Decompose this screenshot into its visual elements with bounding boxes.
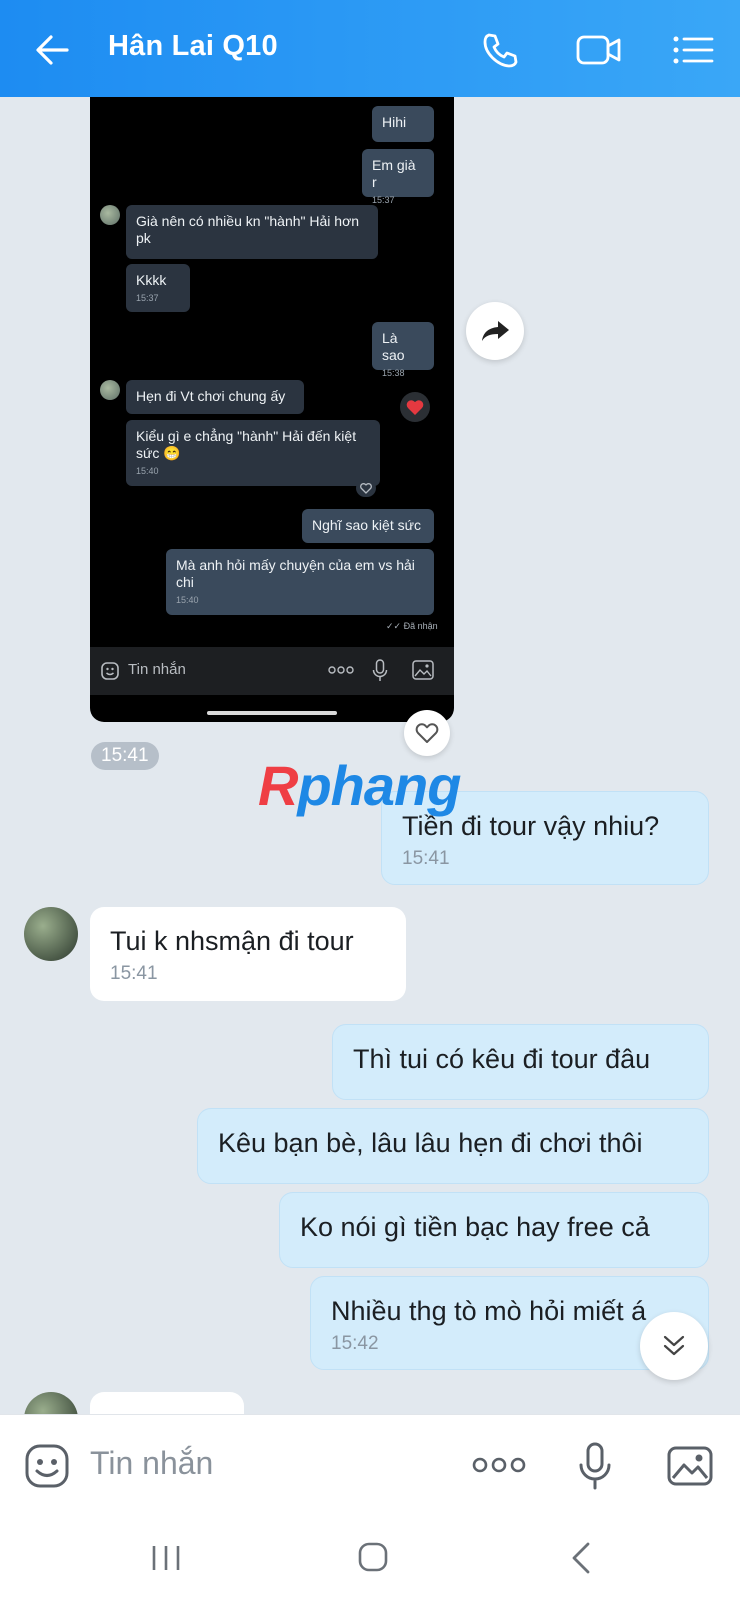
embedded-message: Hẹn đi Vt chơi chung ấy (126, 380, 304, 414)
list-menu-icon[interactable] (672, 34, 714, 66)
back-icon[interactable] (570, 1541, 592, 1575)
embedded-message: Hihi (372, 106, 434, 142)
contact-name[interactable]: Hân Lai Q10 (108, 30, 278, 63)
contact-avatar[interactable] (24, 907, 78, 961)
like-button[interactable] (404, 710, 450, 756)
home-icon[interactable] (357, 1541, 389, 1573)
embedded-input-placeholder: Tin nhắn (128, 661, 186, 678)
embedded-input-bar: Tin nhắn (90, 647, 454, 695)
heart-outline-icon (415, 723, 439, 743)
avatar (100, 380, 120, 400)
home-indicator (207, 711, 337, 715)
message-input-bar: Tin nhắn (0, 1414, 740, 1517)
double-chevron-down-icon (663, 1335, 685, 1356)
embedded-message: Kiểu gì e chẳng "hành" Hải đến kiệt sức … (126, 420, 380, 486)
image-timestamp: 15:41 (91, 742, 159, 770)
embedded-message: Em già r 15:37 (362, 149, 434, 205)
image-icon (412, 660, 434, 680)
embedded-message: Kkkk 15:37 (126, 264, 190, 312)
my-message[interactable]: Kêu bạn bè, lâu lâu hẹn đi chơi thôi (197, 1108, 709, 1184)
more-options-icon[interactable] (472, 1455, 526, 1475)
shared-screenshot-image[interactable]: Hihi Em già r 15:37 Già nên có nhiều kn "… (90, 97, 454, 722)
sticker-icon (101, 662, 119, 680)
scroll-to-bottom-button[interactable] (640, 1312, 708, 1380)
delivered-status: ✓✓ Đã nhận (386, 621, 438, 631)
microphone-icon (372, 659, 388, 681)
my-message[interactable]: Thì tui có kêu đi tour đâu (332, 1024, 709, 1100)
embedded-message: Già nên có nhiều kn "hành" Hải hơn pk (126, 205, 378, 259)
their-message[interactable]: Tui k nhsmận đi tour 15:41 (90, 907, 406, 1001)
embedded-message: Mà anh hỏi mấy chuyện của em vs hải chi 1… (166, 549, 434, 615)
forward-button[interactable] (466, 302, 524, 360)
video-camera-icon[interactable] (575, 32, 623, 68)
heart-icon (356, 479, 376, 497)
phone-icon[interactable] (480, 30, 520, 70)
embedded-message: Nghĩ sao kiệt sức (302, 509, 434, 543)
system-navigation-bar (0, 1516, 740, 1600)
message-input[interactable]: Tin nhắn (90, 1445, 213, 1482)
reaction-badge (400, 392, 430, 422)
sticker-icon[interactable] (24, 1443, 70, 1489)
image-icon[interactable] (666, 1445, 714, 1487)
my-message[interactable]: Ko nói gì tiền bạc hay free cả (279, 1192, 709, 1268)
microphone-icon[interactable] (578, 1441, 612, 1491)
avatar (100, 205, 120, 225)
watermark-logo: Rphang (258, 754, 461, 817)
share-arrow-icon (482, 321, 509, 341)
more-icon (328, 666, 354, 674)
arrow-left-icon[interactable] (34, 32, 70, 68)
heart-icon (406, 400, 424, 415)
embedded-message: Là sao 15:38 (372, 322, 434, 378)
recent-apps-icon[interactable] (150, 1544, 182, 1572)
chat-header: Hân Lai Q10 (0, 0, 740, 97)
